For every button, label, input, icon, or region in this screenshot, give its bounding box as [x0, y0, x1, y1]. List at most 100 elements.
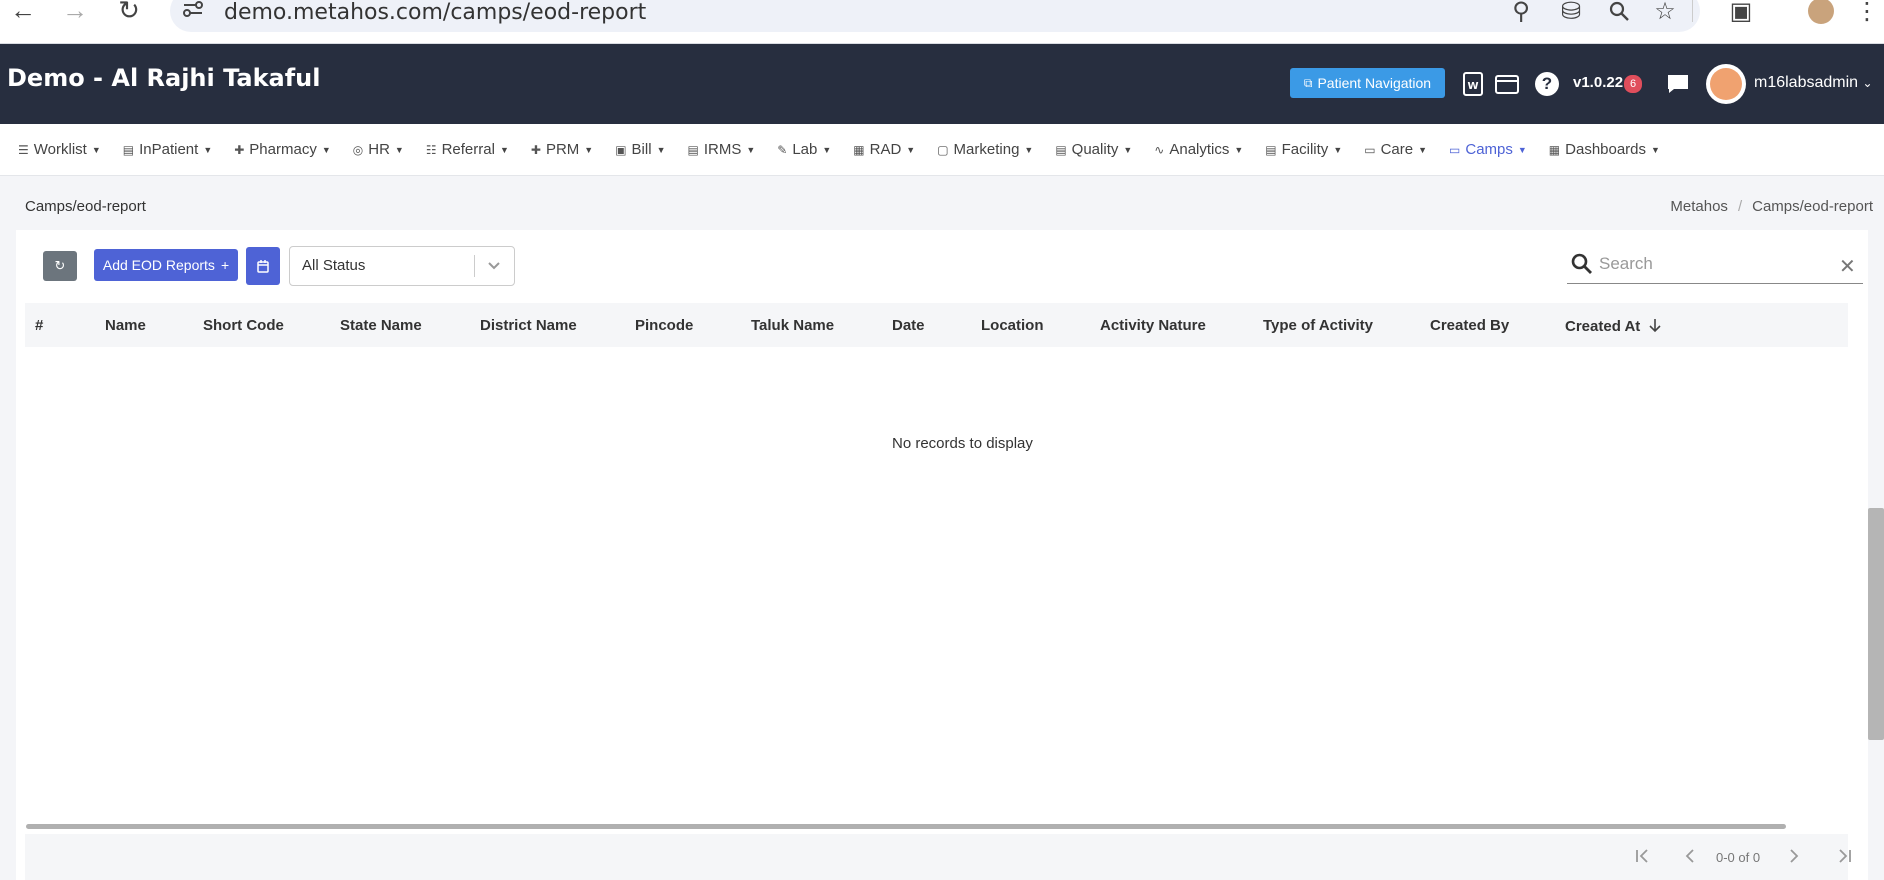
nav-item-label: Worklist: [33, 141, 87, 158]
nav-item-label: Bill: [631, 141, 652, 158]
extensions-icon[interactable]: ▣: [1726, 0, 1756, 26]
caret-down-icon: ▼: [584, 144, 594, 155]
calendar-button[interactable]: [246, 247, 280, 285]
breadcrumb-home[interactable]: Metahos: [1670, 198, 1728, 215]
next-page-icon[interactable]: [1788, 848, 1800, 869]
status-select[interactable]: All Status: [289, 246, 515, 286]
caret-down-icon: ▼: [499, 144, 509, 155]
site-settings-icon[interactable]: [182, 0, 204, 20]
caret-down-icon: ▼: [1333, 144, 1343, 155]
nav-item-care[interactable]: ▭ Care ▼: [1364, 141, 1427, 158]
nav-item-inpatient[interactable]: ▤ InPatient ▼: [123, 141, 212, 158]
chat-icon[interactable]: [1664, 70, 1692, 98]
add-eod-reports-label: Add EOD Reports: [102, 257, 215, 273]
profile-avatar-icon[interactable]: [1806, 0, 1836, 26]
breadcrumb: Metahos / Camps/eod-report: [1670, 198, 1873, 215]
film-icon: ▦: [853, 142, 865, 157]
column-header-date[interactable]: Date: [892, 317, 925, 334]
pulse-icon: ∿: [1154, 142, 1165, 157]
column-header-location[interactable]: Location: [981, 317, 1044, 334]
nav-item-facility[interactable]: ▤ Facility ▼: [1265, 141, 1342, 158]
close-icon[interactable]: ✕: [1839, 254, 1856, 279]
last-page-icon[interactable]: [1835, 848, 1853, 869]
nav-item-label: Care: [1380, 141, 1414, 158]
nav-item-label: Dashboards: [1565, 141, 1647, 158]
horizontal-scrollbar[interactable]: [26, 824, 1786, 829]
nav-item-dashboards[interactable]: ▦ Dashboards ▼: [1549, 141, 1660, 158]
nav-item-hr[interactable]: ◎ HR ▼: [353, 141, 404, 158]
caret-down-icon: ▼: [1418, 144, 1428, 155]
browser-menu-icon[interactable]: ⋮: [1852, 0, 1882, 26]
column-header-created-at[interactable]: Created At: [1565, 317, 1662, 335]
help-icon[interactable]: ?: [1533, 70, 1561, 98]
nav-item-rad[interactable]: ▦ RAD ▼: [853, 141, 915, 158]
previous-page-icon[interactable]: [1684, 848, 1696, 869]
column-header-state-name[interactable]: State Name: [340, 317, 422, 334]
caret-down-icon: ▼: [394, 144, 404, 155]
building-icon: ▤: [1265, 142, 1277, 157]
nav-item-irms[interactable]: ▤ IRMS ▼: [687, 141, 755, 158]
caret-down-icon: ▼: [822, 144, 832, 155]
nav-item-label: HR: [368, 141, 390, 158]
first-page-icon[interactable]: [1634, 848, 1652, 869]
bag-icon: ▢: [937, 142, 949, 157]
forward-arrow-icon[interactable]: →: [58, 0, 92, 25]
back-arrow-icon[interactable]: ←: [6, 0, 40, 25]
add-eod-reports-button[interactable]: Add EOD Reports +: [94, 249, 238, 281]
plus-icon: ✚: [530, 142, 541, 157]
chevron-down-icon: ⌄: [1862, 76, 1873, 90]
money-icon: ▣: [615, 142, 627, 157]
caret-down-icon: ▼: [1024, 144, 1034, 155]
word-document-icon[interactable]: W: [1459, 70, 1487, 98]
caret-down-icon: ▼: [656, 144, 666, 155]
nav-item-marketing[interactable]: ▢ Marketing ▼: [937, 141, 1033, 158]
zoom-icon[interactable]: [1604, 0, 1634, 26]
nav-item-pharmacy[interactable]: ✚ Pharmacy ▼: [234, 141, 331, 158]
column-header-created-by[interactable]: Created By: [1430, 317, 1509, 334]
column-header-short-code[interactable]: Short Code: [203, 317, 284, 334]
empty-table-message: No records to display: [892, 435, 1033, 452]
nav-item-lab[interactable]: ✎ Lab ▼: [777, 141, 831, 158]
patient-navigation-button[interactable]: ⧉ Patient Navigation: [1290, 68, 1445, 98]
nav-item-quality[interactable]: ▤ Quality ▼: [1055, 141, 1132, 158]
nav-item-worklist[interactable]: ☰ Worklist ▼: [18, 141, 101, 158]
version-badge: 6: [1624, 75, 1642, 93]
star-icon[interactable]: ☆: [1650, 0, 1680, 26]
column-header-index[interactable]: #: [35, 317, 43, 334]
key-icon[interactable]: ⚲: [1506, 0, 1536, 26]
chevron-down-icon[interactable]: [486, 255, 502, 280]
column-header-district-name[interactable]: District Name: [480, 317, 577, 334]
install-app-icon[interactable]: ⛁: [1556, 0, 1586, 26]
search-icon: [1571, 253, 1592, 274]
page-path: Camps/eod-report: [25, 198, 146, 215]
reload-icon[interactable]: ↻: [112, 0, 146, 25]
folder-icon[interactable]: [1493, 70, 1521, 98]
id-card-icon: ▤: [1055, 142, 1067, 157]
nav-item-camps[interactable]: ▭ Camps ▼: [1449, 141, 1527, 158]
caret-down-icon: ▼: [746, 144, 756, 155]
list-icon: ☰: [18, 142, 29, 157]
nav-item-bill[interactable]: ▣ Bill ▼: [615, 141, 665, 158]
sort-down-icon[interactable]: [1648, 317, 1662, 333]
nav-item-prm[interactable]: ✚ PRM ▼: [531, 141, 593, 158]
refresh-button[interactable]: ↻: [43, 251, 77, 281]
search-input[interactable]: [1599, 251, 1829, 277]
refresh-icon: ↻: [54, 258, 66, 273]
column-header-activity-nature[interactable]: Activity Nature: [1100, 317, 1206, 334]
nav-item-referral[interactable]: ☷ Referral ▼: [426, 141, 509, 158]
search-field: ✕: [1567, 246, 1863, 284]
vertical-scrollbar[interactable]: [1868, 508, 1884, 740]
column-header-pincode[interactable]: Pincode: [635, 317, 693, 334]
caret-down-icon: ▼: [1517, 144, 1527, 155]
column-header-name[interactable]: Name: [105, 317, 146, 334]
card-icon: ▤: [687, 142, 699, 157]
pagination-range: 0-0 of 0: [1716, 850, 1761, 865]
plus-icon: +: [220, 257, 230, 273]
user-avatar[interactable]: [1706, 64, 1746, 104]
user-name[interactable]: m16labsadmin ⌄: [1754, 74, 1873, 92]
column-header-taluk-name[interactable]: Taluk Name: [751, 317, 834, 334]
column-header-type-of-activity[interactable]: Type of Activity: [1263, 317, 1373, 334]
nav-item-analytics[interactable]: ∿ Analytics ▼: [1154, 141, 1243, 158]
main-nav: ☰ Worklist ▼ ▤ InPatient ▼ ✚ Pharmacy ▼ ◎ HR ▼ ☷ Refe…: [0, 124, 1884, 176]
url-text[interactable]: demo.metahos.com/camps/eod-report: [224, 0, 646, 25]
